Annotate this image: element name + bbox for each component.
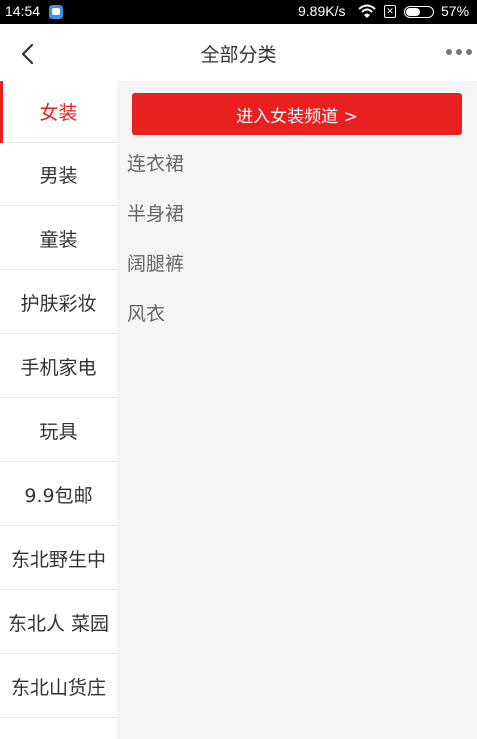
sidebar-item-skincare-makeup[interactable]: 护肤彩妆	[0, 272, 117, 334]
app-notification-icon	[49, 5, 63, 19]
subcategory-item-trench-coat[interactable]: 风衣	[127, 299, 165, 326]
sidebar-item-womens-clothing[interactable]: 女装	[0, 81, 117, 143]
sidebar-item-label: 童装	[39, 229, 78, 251]
battery-fill	[406, 8, 420, 16]
subcategory-item-dress[interactable]: 连衣裙	[127, 149, 184, 176]
more-dots-icon	[466, 49, 472, 55]
sidebar-item-label: 东北人 菜园	[7, 613, 110, 635]
page-title: 全部分类	[200, 44, 277, 66]
sidebar-item-northeast-wild[interactable]: 东北野生中	[0, 528, 117, 590]
subcategory-panel: 进入女装频道 > 连衣裙 半身裙 阔腿裤 风衣	[117, 81, 477, 739]
more-dots-icon	[446, 49, 452, 55]
sidebar-item-label: 护肤彩妆	[20, 293, 97, 315]
sidebar-item-label: 男装	[39, 165, 78, 187]
more-dots-icon	[456, 49, 462, 55]
battery-icon	[404, 6, 434, 18]
category-sidebar: 女装 男装 童装 护肤彩妆 手机家电 玩具 9.9包邮 东北野生中 东北人 菜园…	[0, 81, 117, 739]
sidebar-item-label: 玩具	[39, 421, 78, 443]
subcategory-item-wide-leg-pants[interactable]: 阔腿裤	[127, 249, 184, 276]
sidebar-item-mens-clothing[interactable]: 男装	[0, 144, 117, 206]
sidebar-item-label: 9.9包邮	[24, 485, 93, 507]
sidebar-item-label: 东北山货庄	[10, 677, 106, 699]
subcategory-item-skirt[interactable]: 半身裙	[127, 199, 184, 226]
more-button[interactable]	[440, 41, 476, 63]
sidebar-item-northeast-mountain-goods[interactable]: 东北山货庄	[0, 656, 117, 718]
no-sim-icon: ✕	[384, 5, 396, 18]
header: 全部分类	[0, 24, 477, 81]
sidebar-item-label: 女装	[39, 102, 78, 124]
sidebar-item-label: 东北野生中	[10, 549, 106, 571]
sidebar-item-kids-clothing[interactable]: 童装	[0, 208, 117, 270]
battery-level: 57%	[441, 3, 470, 19]
status-time: 14:54	[5, 3, 41, 19]
status-bar: 14:54 9.89K/s ✕ 57%	[0, 0, 477, 24]
network-speed: 9.89K/s	[298, 3, 346, 19]
sidebar-item-free-shipping[interactable]: 9.9包邮	[0, 464, 117, 526]
wifi-icon	[358, 4, 376, 22]
sidebar-item-northeast-garden[interactable]: 东北人 菜园	[0, 592, 117, 654]
sidebar-item-label: 手机家电	[20, 357, 97, 379]
enter-channel-button[interactable]: 进入女装频道 >	[132, 93, 462, 135]
sidebar-item-toys[interactable]: 玩具	[0, 400, 117, 462]
active-indicator	[0, 81, 3, 143]
sidebar-item-phones-appliances[interactable]: 手机家电	[0, 336, 117, 398]
